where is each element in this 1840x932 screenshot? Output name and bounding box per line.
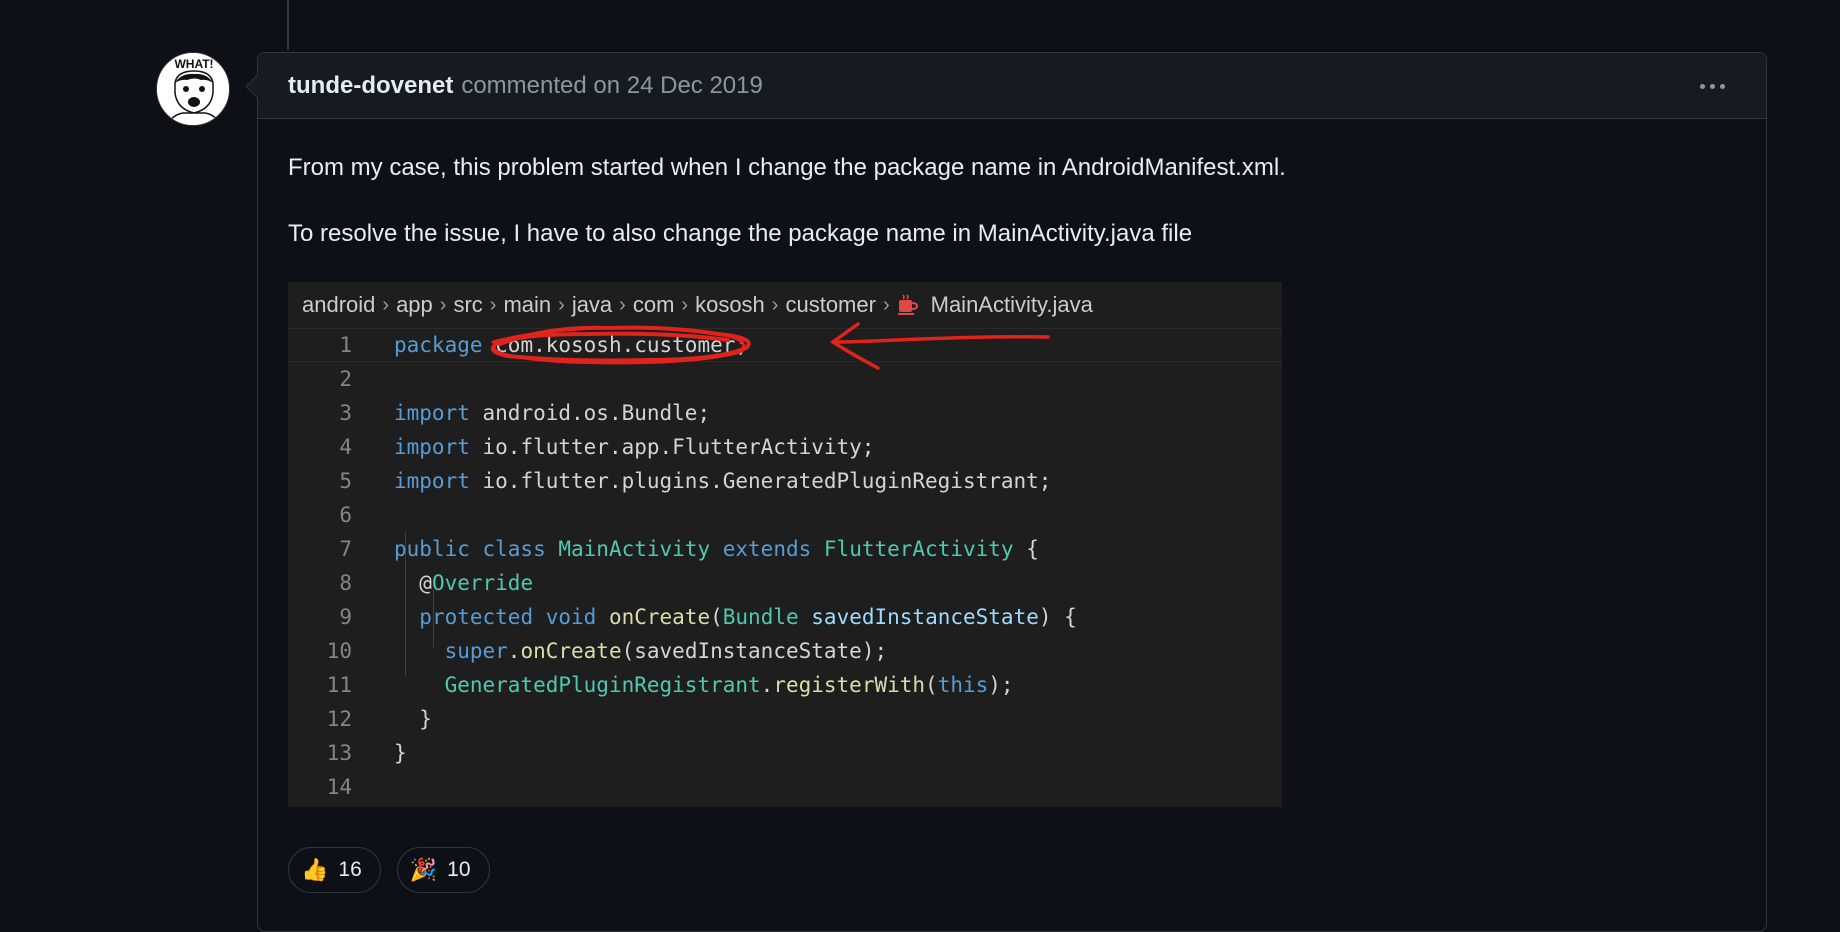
author-avatar[interactable]: WHAT! [156,52,230,126]
comment-header: tunde-dovenet commented on 24 Dec 2019 [258,53,1766,119]
breadcrumb-item: android [302,292,376,317]
code-text: } [394,707,432,731]
hooray-reaction-button[interactable]: 🎉 10 [396,847,490,893]
code-text: GeneratedPluginRegistrant.registerWith(t… [444,673,1014,697]
code-line: 5 import io.flutter.plugins.GeneratedPlug… [288,464,1282,498]
chevron-right-icon: › [439,293,447,316]
comment-paragraph: From my case, this problem started when … [288,154,1286,181]
code-line: 1 package com.kososh.customer; [288,328,1282,362]
comment-timestamp[interactable]: commented on 24 Dec 2019 [461,72,763,100]
code-text: public class MainActivity extends Flutte… [394,537,1039,561]
thumbs-up-reaction-button[interactable]: 👍 16 [288,847,381,893]
code-line: 6 [288,498,1282,532]
chevron-right-icon: › [882,293,890,316]
chevron-right-icon: › [489,293,497,316]
reaction-count: 16 [338,858,362,881]
code-text: @Override [394,571,534,595]
line-number: 2 [339,367,352,391]
avatar-image: WHAT! [157,53,229,125]
code-text: super.onCreate(savedInstanceState); [444,639,888,663]
code-text: protected void onCreate(Bundle savedInst… [419,605,1077,629]
chevron-right-icon: › [771,293,779,316]
line-number: 9 [339,605,352,629]
chevron-right-icon: › [558,293,565,316]
line-number: 10 [326,639,352,663]
code-text: package com.kososh.customer; [394,333,749,357]
breadcrumb-item: com [632,292,675,317]
hooray-icon: 🎉 [409,857,438,882]
code-line: 14 [288,770,1282,804]
line-number: 7 [339,537,352,561]
breadcrumb-item: main [503,292,552,317]
timeline-line [287,0,289,50]
breadcrumb-item: customer [785,292,876,317]
breadcrumb-item: app [396,292,433,317]
code-line: 2 [288,362,1282,396]
comment-paragraph: To resolve the issue, I have to also cha… [288,220,1193,247]
line-number: 8 [339,571,352,595]
code-line: 13} [288,736,1282,770]
line-number: 4 [339,435,352,459]
breadcrumb-item: MainActivity.java [930,292,1093,317]
code-text: } [394,741,407,765]
reactions-bar: 👍 16 🎉 10 [288,847,490,893]
code-line: 12 } [288,702,1282,736]
thumbs-up-icon: 👍 [301,857,329,882]
code-text: import io.flutter.app.FlutterActivity; [394,435,875,459]
editor-breadcrumb: android › app › src › main › java › com › kososh › cus… [288,282,1282,328]
svg-text:WHAT!: WHAT! [174,57,213,71]
code-line: 11 GeneratedPluginRegistrant.registerWit… [288,668,1282,702]
code-text: import io.flutter.plugins.GeneratedPlugi… [394,469,1052,493]
code-editor: 1 package com.kososh.customer; 2 3 import an… [288,328,1282,804]
chevron-right-icon: › [619,293,626,316]
reaction-count: 10 [447,858,471,881]
line-number: 6 [339,503,352,527]
author-link[interactable]: tunde-dovenet [288,72,453,100]
line-number: 13 [326,741,352,765]
code-line: 3 import android.os.Bundle; [288,396,1282,430]
line-number: 11 [326,673,352,697]
line-number: 5 [339,469,352,493]
line-number: 14 [326,775,352,799]
java-file-icon [897,294,919,316]
code-line: 4 import io.flutter.app.FlutterActivity; [288,430,1282,464]
breadcrumb-item: java [571,292,613,317]
chevron-right-icon: › [382,293,390,316]
code-line: 7 public class MainActivity extends Flutt… [288,532,1282,566]
code-screenshot-image[interactable]: android › app › src › main › java › com › kososh › cus… [288,282,1282,807]
comment-card: tunde-dovenet commented on 24 Dec 2019 F… [257,52,1767,932]
code-text: import android.os.Bundle; [394,401,711,425]
line-number: 3 [339,401,352,425]
chevron-right-icon: › [681,293,689,316]
code-line: 8 @Override [288,566,1282,600]
code-line: 10 super.onCreate(savedInstanceState); [288,634,1282,668]
breadcrumb-item: src [453,292,483,317]
line-number: 1 [339,333,352,357]
line-number: 12 [326,707,352,731]
breadcrumb-item: kososh [695,292,765,317]
code-line: 9 protected void onCreate(Bundle savedIn… [288,600,1282,634]
more-options-icon[interactable] [1692,73,1732,99]
